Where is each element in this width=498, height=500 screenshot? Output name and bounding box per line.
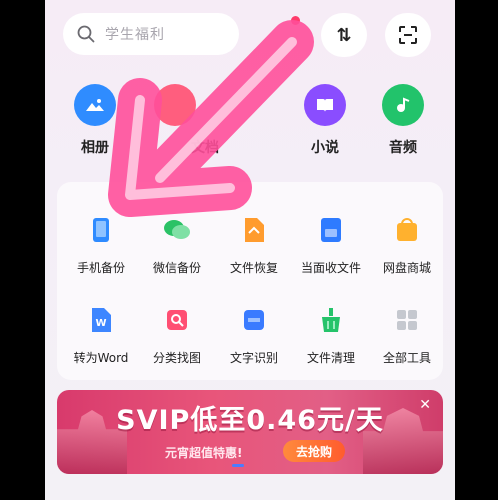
tool-label: 转为Word: [73, 351, 129, 365]
document-icon: [154, 84, 196, 126]
music-icon: [382, 84, 424, 126]
top-item-label: 相册: [81, 140, 109, 156]
tool-label: 文件清理: [306, 351, 355, 365]
all-tools-icon: [393, 306, 421, 334]
buy-now-button[interactable]: 去抢购: [283, 440, 345, 462]
top-item-label: 小说: [311, 140, 339, 156]
search-icon: [77, 25, 95, 43]
svg-text:W: W: [95, 318, 106, 329]
top-item-album[interactable]: 相册: [65, 84, 125, 157]
svip-banner[interactable]: SVIP低至0.46元/天 元宵超值特惠! 去抢购 ✕: [57, 390, 443, 474]
search-bar[interactable]: 学生福利: [63, 13, 239, 55]
sort-icon: ⇅: [336, 24, 352, 46]
tool-label: 网盘商城: [382, 261, 431, 275]
top-item-audio[interactable]: 音频: [373, 84, 433, 157]
word-convert-icon: W: [87, 306, 115, 334]
tool-wechat-backup[interactable]: 微信备份: [137, 216, 217, 276]
ocr-icon: [240, 306, 268, 334]
tool-label: 全部工具: [382, 351, 431, 365]
top-item-label: 文档: [191, 140, 219, 156]
store-icon: [393, 216, 421, 244]
tool-label: 文件恢复: [229, 261, 278, 275]
tool-phone-backup[interactable]: 手机备份: [61, 216, 141, 276]
scan-icon: [399, 26, 417, 44]
tool-label: 文字识别: [229, 351, 278, 365]
file-recovery-icon: [240, 216, 268, 244]
top-item-label: 音频: [389, 140, 417, 156]
file-cleanup-icon: [317, 306, 345, 334]
banner-subtitle: 元宵超值特惠!: [165, 446, 243, 460]
receive-files-icon: [317, 216, 345, 244]
tool-label: 当面收文件: [300, 261, 361, 275]
tool-store[interactable]: 网盘商城: [367, 216, 447, 276]
top-item-document[interactable]: 文档: [145, 84, 219, 157]
tool-word-convert[interactable]: W 转为Word: [61, 306, 141, 366]
image-classify-icon: [163, 306, 191, 334]
wechat-backup-icon: [163, 216, 191, 244]
carousel-indicator: [232, 464, 244, 467]
app-screen: 学生福利 ⇅ 相册 文档 小说 音频 手机备份 微信备份 文件恢复 当面收文件 …: [45, 0, 455, 500]
tool-label: 分类找图: [152, 351, 201, 365]
tool-image-classify[interactable]: 分类找图: [137, 306, 217, 366]
tool-receive-files[interactable]: 当面收文件: [291, 216, 371, 276]
banner-title: SVIP低至0.46元/天: [116, 405, 384, 436]
close-icon[interactable]: ✕: [419, 398, 431, 412]
notification-dot: [291, 16, 300, 25]
scan-button[interactable]: [385, 13, 431, 57]
book-icon: [304, 84, 346, 126]
top-item-novel[interactable]: 小说: [295, 84, 355, 157]
tool-label: 手机备份: [76, 261, 125, 275]
tools-card: 手机备份 微信备份 文件恢复 当面收文件 网盘商城 W 转为Word 分类找图 …: [57, 182, 443, 380]
tool-file-recovery[interactable]: 文件恢复: [214, 216, 294, 276]
tool-label: 微信备份: [152, 261, 201, 275]
phone-backup-icon: [87, 216, 115, 244]
tool-all-tools[interactable]: 全部工具: [367, 306, 447, 366]
sort-button[interactable]: ⇅: [321, 13, 367, 57]
search-placeholder: 学生福利: [105, 27, 165, 43]
tool-ocr[interactable]: 文字识别: [214, 306, 294, 366]
tool-file-cleanup[interactable]: 文件清理: [291, 306, 371, 366]
photo-icon: [74, 84, 116, 126]
